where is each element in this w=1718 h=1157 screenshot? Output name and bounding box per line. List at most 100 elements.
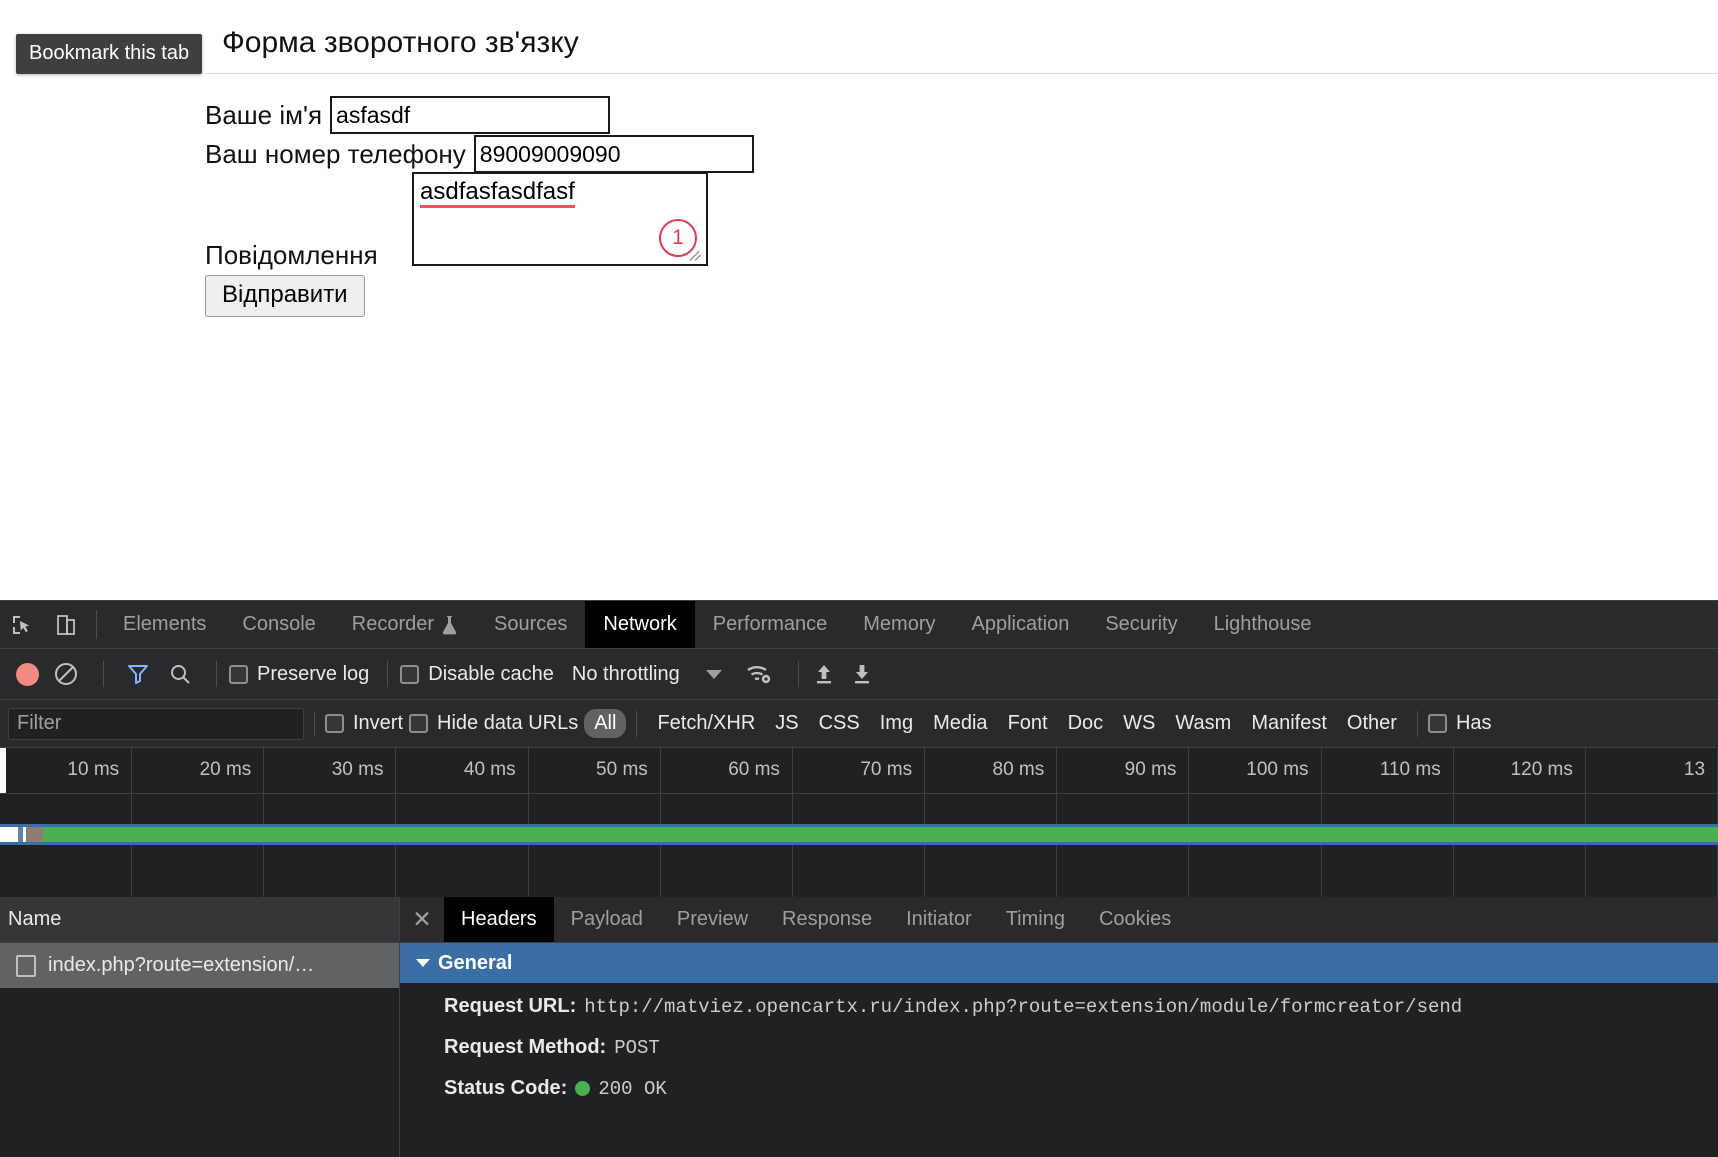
tab-timing-label: Timing [1005,908,1065,930]
row-checkbox-icon[interactable] [16,954,36,977]
submit-button[interactable]: Відправити [205,275,365,317]
hide-data-urls-checkbox[interactable]: Hide data URLs [409,712,578,735]
page-title: Форма зворотного зв'язку [222,26,579,59]
invert-checkbox[interactable]: Invert [325,712,403,735]
request-method-row: Request Method: POST [444,1036,1718,1059]
wifi-settings-icon[interactable] [744,661,774,687]
general-section-body: Request URL: http://matviez.opencartx.ru… [400,983,1718,1100]
resource-type-manifest[interactable]: Manifest [1241,709,1337,738]
overview-grid-cell [1454,794,1586,897]
requests-column-header[interactable]: Name [0,897,399,943]
overview-request-bar [0,827,1718,842]
preserve-log-checkbox[interactable]: Preserve log [229,663,369,686]
title-divider [205,73,1718,74]
filter-input[interactable] [8,707,304,740]
record-icon[interactable] [16,662,39,686]
funnel-icon[interactable] [126,662,150,686]
tab-security[interactable]: Security [1087,601,1195,648]
disable-cache-checkbox[interactable]: Disable cache [400,663,554,686]
resource-type-wasm[interactable]: Wasm [1165,709,1241,738]
upload-icon[interactable] [811,661,837,687]
timeline-start-marker [0,748,6,793]
resource-type-img[interactable]: Img [870,709,923,738]
resource-type-ws[interactable]: WS [1113,709,1165,738]
toolbar-divider-4 [797,661,799,687]
resource-type-font[interactable]: Font [998,709,1058,738]
tab-recorder[interactable]: Recorder [334,601,476,648]
ruler-tick: 120 ms [1454,748,1586,793]
general-section-header[interactable]: General [400,943,1718,983]
textarea-resize-handle[interactable] [690,249,704,263]
inspect-element-icon[interactable] [0,601,44,648]
details-tabbar: ✕ Headers Payload Preview Response Initi… [400,897,1718,943]
throttling-select[interactable]: No throttling [572,663,680,686]
tab-response[interactable]: Response [765,897,889,942]
tab-initiator-label: Initiator [906,908,972,930]
preserve-log-box[interactable] [229,664,248,684]
disable-cache-box[interactable] [400,664,420,684]
has-blocked-box[interactable] [1427,714,1447,733]
invert-box[interactable] [325,714,344,733]
filter-divider-3 [1416,710,1418,737]
search-icon[interactable] [168,662,192,686]
resource-type-css[interactable]: CSS [809,709,870,738]
tab-application[interactable]: Application [954,601,1088,648]
requests-pane: Name index.php?route=extension/… [0,897,400,1157]
tab-initiator[interactable]: Initiator [889,897,989,942]
tab-payload[interactable]: Payload [554,897,660,942]
tab-performance[interactable]: Performance [695,601,846,648]
tab-memory[interactable]: Memory [845,601,953,648]
has-blocked-checkbox[interactable]: Has [1427,712,1492,735]
overview-grid-cell [1057,794,1190,897]
invert-label: Invert [353,712,404,734]
tab-sources-label: Sources [494,613,568,635]
tab-elements-label: Elements [123,613,207,635]
status-code-row: Status Code: 200 OK [444,1077,1718,1100]
tab-cookies-label: Cookies [1098,908,1172,930]
label-message: Повідомлення [205,240,378,270]
overview-grid-cell [925,794,1058,897]
name-input[interactable] [330,96,611,134]
preserve-log-label: Preserve log [257,662,370,685]
device-toolbar-icon[interactable] [44,601,88,648]
tab-sources[interactable]: Sources [476,601,585,648]
tab-network[interactable]: Network [585,601,695,648]
resource-type-fetch-xhr[interactable]: Fetch/XHR [647,709,765,738]
tab-lighthouse-label: Lighthouse [1213,613,1312,635]
tab-elements[interactable]: Elements [105,601,224,648]
phone-input[interactable] [473,135,754,173]
flask-icon [441,615,458,635]
resource-type-other[interactable]: Other [1337,709,1407,738]
chevron-down-icon[interactable] [705,669,722,679]
resource-type-media[interactable]: Media [923,709,997,738]
tab-timing[interactable]: Timing [989,897,1082,942]
tab-preview[interactable]: Preview [660,897,765,942]
ruler-tick: 10 ms [0,748,133,793]
request-method-value: POST [614,1036,660,1059]
clear-icon[interactable] [53,661,79,687]
overview-grid-cell [529,794,661,897]
table-row[interactable]: index.php?route=extension/… [0,943,399,988]
resource-type-doc[interactable]: Doc [1058,709,1114,738]
ruler-tick: 50 ms [529,748,661,793]
tab-cookies[interactable]: Cookies [1082,897,1188,942]
tab-lighthouse[interactable]: Lighthouse [1196,601,1330,648]
form-row-name: Ваше ім'я [205,96,611,134]
resource-type-all[interactable]: All [584,709,627,738]
ruler-tick: 40 ms [396,748,529,793]
close-icon[interactable]: ✕ [400,897,444,942]
filter-divider-2 [636,710,638,737]
request-name: index.php?route=extension/… [48,954,315,976]
general-section-title: General [438,951,513,974]
tab-console[interactable]: Console [224,601,333,648]
hide-data-urls-box[interactable] [409,714,429,733]
ruler-tick: 90 ms [1057,748,1190,793]
download-icon[interactable] [849,661,875,687]
network-overview[interactable] [0,794,1718,897]
resource-type-js[interactable]: JS [765,709,808,738]
message-textarea[interactable]: asdfasfasdfasf [412,172,708,266]
overview-tick-marker [18,827,23,842]
request-url-value[interactable]: http://matviez.opencartx.ru/index.php?ro… [584,996,1462,1018]
tab-headers[interactable]: Headers [444,897,554,942]
overview-grid-cell [396,794,529,897]
